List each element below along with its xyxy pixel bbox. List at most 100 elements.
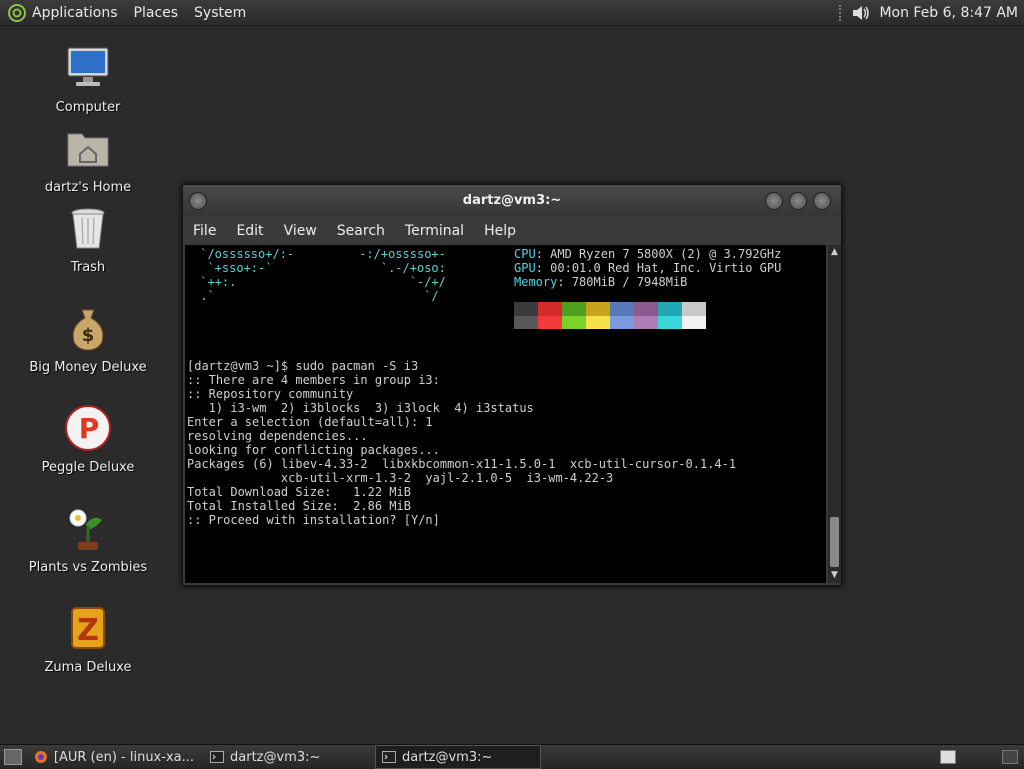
top-right-tray: Mon Feb 6, 8:47 AM	[839, 0, 1018, 25]
terminal-line: :: There are 4 members in group i3:	[187, 373, 440, 387]
desktop-icon-label: Big Money Deluxe	[29, 360, 147, 375]
terminal-line: Packages (6) libev-4.33-2 libxkbcommon-x…	[187, 457, 737, 471]
terminal-menubar: File Edit View Search Terminal Help	[183, 217, 841, 245]
sysinfo-value: 00:01.0 Red Hat, Inc. Virtio GPU	[550, 261, 782, 275]
palette-swatch	[514, 302, 538, 316]
desktop-icon-label: Zuma Deluxe	[44, 660, 132, 675]
sysinfo-value: 780MiB / 7948MiB	[571, 275, 688, 289]
peggle-icon: P	[65, 405, 111, 451]
terminal-line: xcb-util-xrm-1.3-2 yajl-2.1.0-5 i3-wm-4.…	[187, 471, 614, 485]
panel-handle[interactable]	[839, 4, 845, 21]
taskbar-task-terminal-1[interactable]: dartz@vm3:~	[204, 746, 371, 768]
svg-text:$: $	[82, 325, 95, 346]
palette-swatch	[610, 315, 634, 329]
close-button[interactable]	[813, 192, 831, 210]
desktop-icon-trash[interactable]: Trash	[28, 204, 148, 275]
places-menu[interactable]: Places	[134, 5, 179, 21]
terminal-line: looking for conflicting packages...	[187, 443, 440, 457]
trash-icon	[71, 208, 105, 249]
maximize-button[interactable]	[789, 192, 807, 210]
workspace-1-button[interactable]	[940, 750, 956, 764]
taskbar-task-browser[interactable]: [AUR (en) - linux-xa...	[28, 746, 200, 768]
terminal-line: Total Download Size: 1.22 MiB	[187, 485, 411, 499]
ascii-logo-line: `++:. `-/+/	[193, 275, 446, 289]
scroll-down-arrow-icon[interactable]: ▼	[829, 570, 840, 581]
palette-swatch	[586, 315, 610, 329]
desktop-icon-peggle[interactable]: P Peggle Deluxe	[28, 404, 148, 475]
terminal-line: Total Installed Size: 2.86 MiB	[187, 499, 411, 513]
minimize-button[interactable]	[765, 192, 783, 210]
terminal-window[interactable]: dartz@vm3:~ File Edit View Search Termin…	[182, 184, 842, 586]
terminal-line: [dartz@vm3 ~]$ sudo pacman -S i3	[187, 359, 419, 373]
money-bag-icon: $	[72, 309, 104, 351]
taskbar-task-terminal-2[interactable]: dartz@vm3:~	[375, 745, 541, 769]
svg-text:Z: Z	[77, 613, 99, 648]
desktop-icon-label: Trash	[70, 260, 106, 275]
desktop-icon-home[interactable]: dartz's Home	[28, 124, 148, 195]
menu-terminal[interactable]: Terminal	[405, 223, 464, 239]
menu-file[interactable]: File	[193, 223, 216, 239]
window-titlebar[interactable]: dartz@vm3:~	[183, 185, 841, 217]
system-menu[interactable]: System	[194, 5, 246, 21]
desktop-icon-label: Peggle Deluxe	[41, 460, 135, 475]
ascii-logo-line: `/ossssso+/:- -:/+osssso+-	[193, 247, 446, 261]
zuma-icon: Z	[71, 607, 105, 649]
volume-icon[interactable]	[851, 4, 871, 22]
menu-view[interactable]: View	[284, 223, 317, 239]
palette-swatch	[682, 302, 706, 316]
sysinfo-key: Memory	[514, 275, 558, 289]
desktop-icon-computer[interactable]: Computer	[28, 44, 148, 115]
computer-icon	[67, 47, 109, 86]
mate-logo-icon[interactable]	[8, 3, 26, 22]
terminal-line: :: Repository community	[187, 387, 354, 401]
palette-swatch	[634, 302, 658, 316]
terminal-line: 1) i3-wm 2) i3blocks 3) i3lock 4) i3stat…	[187, 401, 534, 415]
sysinfo-line: CPU: AMD Ryzen 7 5800X (2) @ 3.792GHz	[514, 247, 782, 261]
home-folder-icon	[67, 133, 109, 167]
window-title: dartz@vm3:~	[462, 193, 562, 208]
palette-swatch	[538, 315, 562, 329]
desktop-icon-label: Plants vs Zombies	[28, 560, 148, 575]
applications-menu[interactable]: Applications	[32, 5, 118, 21]
system-info: CPU: AMD Ryzen 7 5800X (2) @ 3.792GHz GP…	[514, 247, 781, 289]
terminal-line: :: Proceed with installation? [Y/n]	[187, 513, 440, 527]
workspace-2-button[interactable]	[1002, 750, 1018, 764]
sysinfo-line: GPU: 00:01.0 Red Hat, Inc. Virtio GPU	[514, 261, 782, 275]
top-panel: Applications Places System Mon Feb 6, 8:…	[0, 0, 1024, 26]
task-label: [AUR (en) - linux-xa...	[53, 749, 194, 765]
palette-swatch	[538, 302, 562, 316]
palette-swatch	[514, 315, 538, 329]
menu-search[interactable]: Search	[337, 223, 385, 239]
palette-swatch	[634, 315, 658, 329]
sysinfo-key: GPU	[514, 261, 536, 275]
terminal-output[interactable]: `/ossssso+/:- -:/+osssso+- `+sso+:-` `.-…	[185, 245, 826, 583]
menu-edit[interactable]: Edit	[236, 223, 263, 239]
desktop-icon-label: dartz's Home	[44, 180, 132, 195]
show-desktop-button[interactable]	[4, 749, 22, 765]
scroll-thumb[interactable]	[830, 517, 839, 567]
desktop-icon-big-money[interactable]: $ Big Money Deluxe	[28, 304, 148, 375]
terminal-line: resolving dependencies...	[187, 429, 368, 443]
desktop-icon-plants-vs-zombies[interactable]: Plants vs Zombies	[28, 504, 148, 575]
svg-text:P: P	[79, 412, 100, 445]
sysinfo-key: CPU	[514, 247, 536, 261]
menu-help[interactable]: Help	[484, 223, 516, 239]
palette-swatch	[682, 315, 706, 329]
palette-swatch	[658, 302, 682, 316]
desktop-icon-label: Computer	[55, 100, 121, 115]
task-label: dartz@vm3:~	[402, 749, 493, 765]
palette-swatch	[610, 302, 634, 316]
scroll-up-arrow-icon[interactable]: ▲	[829, 247, 840, 258]
sysinfo-line: Memory: 780MiB / 7948MiB	[514, 275, 688, 289]
palette-swatch	[658, 315, 682, 329]
terminal-scrollbar[interactable]: ▲ ▼	[828, 245, 841, 583]
color-palette	[514, 302, 706, 329]
task-label: dartz@vm3:~	[230, 749, 321, 765]
clock[interactable]: Mon Feb 6, 8:47 AM	[879, 5, 1018, 21]
terminal-icon	[210, 751, 224, 763]
palette-swatch	[586, 302, 610, 316]
shell-output: [dartz@vm3 ~]$ sudo pacman -S i3:: There…	[187, 359, 736, 527]
palette-swatch	[562, 315, 586, 329]
desktop-icon-zuma[interactable]: Z Zuma Deluxe	[28, 604, 148, 675]
palette-swatch	[562, 302, 586, 316]
